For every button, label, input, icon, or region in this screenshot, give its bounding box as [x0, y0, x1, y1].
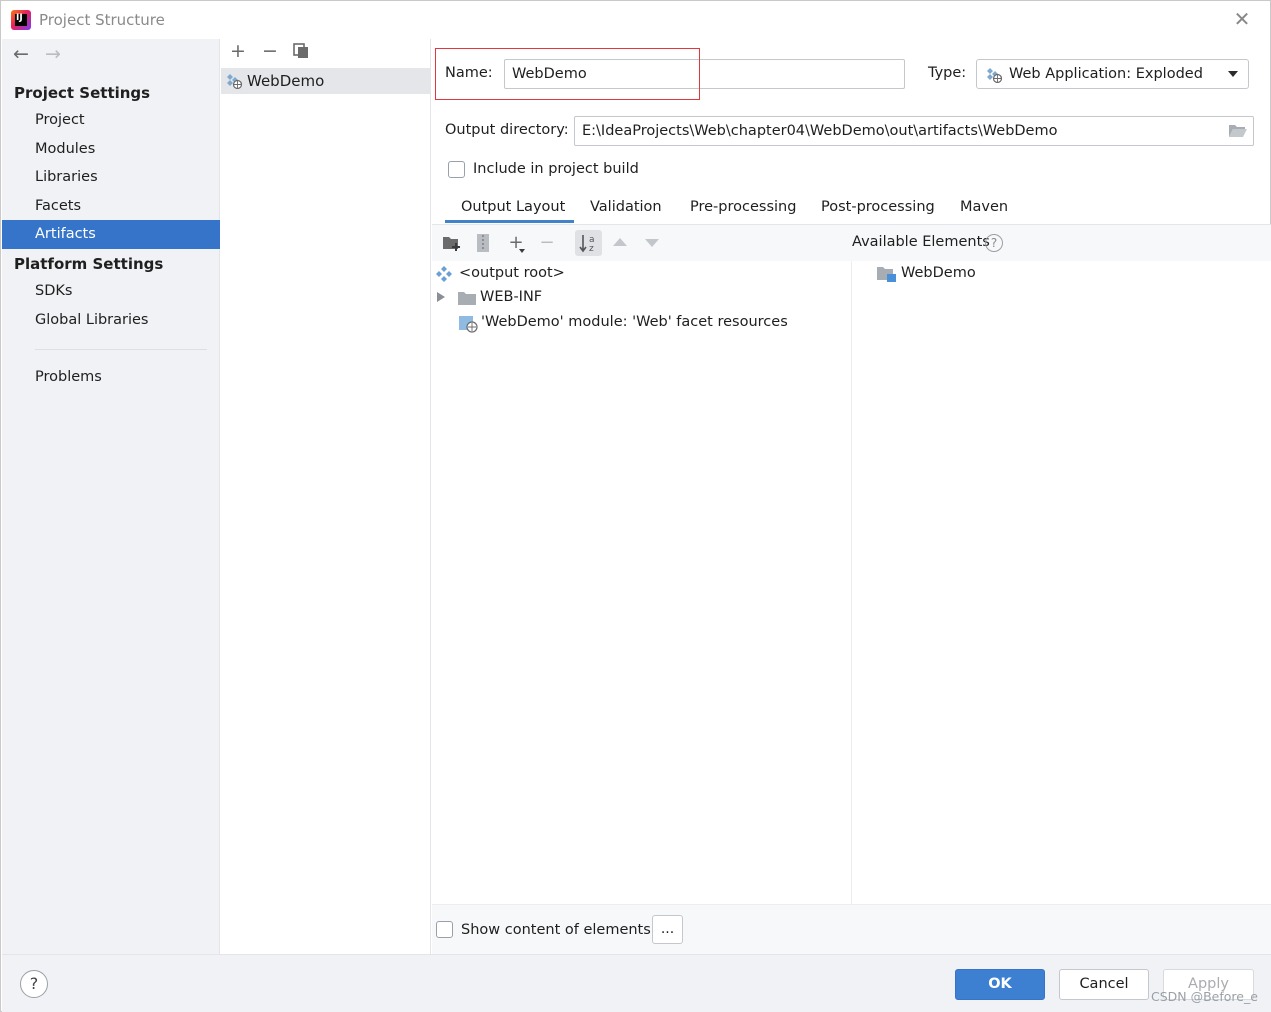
dropdown-arrow-icon — [519, 249, 525, 253]
sidebar-item-facets[interactable]: Facets — [2, 192, 220, 221]
remove-element-icon: − — [539, 232, 555, 253]
artifact-list-item-label: WebDemo — [247, 72, 325, 90]
sidebar-item-modules[interactable]: Modules — [2, 135, 220, 164]
sidebar-item-artifacts[interactable]: Artifacts — [2, 220, 220, 249]
add-icon[interactable]: + — [227, 40, 249, 62]
back-arrow-icon[interactable]: ← — [11, 43, 31, 65]
intellij-logo-icon: IJ — [11, 10, 31, 30]
svg-text:z: z — [589, 244, 594, 254]
module-folder-icon — [877, 266, 897, 287]
include-in-build-label: Include in project build — [473, 161, 639, 177]
tab-maven[interactable]: Maven — [960, 199, 1008, 215]
sidebar-item-sdks[interactable]: SDKs — [2, 277, 220, 306]
type-label: Type: — [928, 65, 967, 81]
tab-validation[interactable]: Validation — [590, 199, 662, 215]
help-icon[interactable]: ? — [985, 234, 1003, 252]
platform-settings-heading: Platform Settings — [14, 255, 164, 273]
show-content-options-button[interactable]: ... — [652, 915, 683, 944]
active-tab-indicator — [445, 220, 574, 223]
output-directory-input[interactable] — [574, 116, 1254, 146]
new-directory-icon[interactable] — [442, 234, 462, 256]
sort-alphabetically-button[interactable]: az — [575, 230, 602, 256]
close-icon[interactable]: ✕ — [1230, 7, 1254, 31]
include-in-build-checkbox[interactable] — [448, 161, 465, 178]
ok-button[interactable]: OK — [955, 969, 1045, 1000]
move-down-icon — [645, 239, 659, 247]
window-title: Project Structure — [39, 11, 165, 29]
project-structure-dialog: IJ Project Structure ✕ ← → Project Setti… — [0, 0, 1271, 1012]
web-artifact-icon — [226, 73, 243, 93]
archive-icon[interactable] — [475, 233, 491, 257]
web-artifact-icon — [986, 67, 1003, 87]
show-content-checkbox[interactable] — [436, 921, 453, 938]
copy-icon[interactable] — [292, 42, 310, 64]
chevron-down-icon — [1228, 71, 1238, 77]
sidebar-divider — [35, 349, 207, 350]
tab-output-layout[interactable]: Output Layout — [461, 199, 565, 215]
artifacts-list-panel — [221, 39, 431, 954]
project-settings-heading: Project Settings — [14, 84, 151, 102]
sidebar-item-global-libraries[interactable]: Global Libraries — [2, 306, 220, 335]
browse-folder-icon[interactable] — [1228, 123, 1248, 139]
show-content-label: Show content of elements — [461, 922, 651, 938]
artifact-type-value: Web Application: Exploded — [1009, 66, 1203, 82]
output-root-icon — [436, 266, 452, 286]
sidebar-item-problems[interactable]: Problems — [2, 363, 220, 392]
layout-splitter[interactable] — [851, 261, 852, 904]
forward-arrow-icon: → — [45, 43, 61, 65]
web-facet-icon — [458, 315, 478, 337]
sidebar-item-libraries[interactable]: Libraries — [2, 163, 220, 192]
sidebar-item-project[interactable]: Project — [2, 106, 220, 135]
output-directory-label: Output directory: — [445, 122, 569, 138]
tree-item-output-root[interactable]: <output root> — [459, 265, 565, 281]
watermark: CSDN @Before_e — [1151, 989, 1258, 1004]
remove-icon[interactable]: − — [259, 40, 281, 62]
folder-icon — [458, 291, 476, 309]
tab-post-processing[interactable]: Post-processing — [821, 199, 935, 215]
tree-item-web-inf[interactable]: WEB-INF — [480, 289, 542, 305]
tab-pre-processing[interactable]: Pre-processing — [690, 199, 796, 215]
help-button[interactable]: ? — [20, 970, 48, 998]
title-bar — [1, 1, 1270, 39]
tree-item-facet-resources[interactable]: 'WebDemo' module: 'Web' facet resources — [481, 314, 788, 330]
available-item-webdemo[interactable]: WebDemo — [901, 265, 976, 281]
expand-arrow-icon[interactable] — [437, 292, 445, 302]
annotation-highlight-box — [435, 48, 700, 100]
available-elements-label: Available Elements — [852, 234, 990, 250]
artifact-type-select[interactable]: Web Application: Exploded — [976, 59, 1249, 89]
move-up-icon — [613, 238, 627, 246]
cancel-button[interactable]: Cancel — [1059, 969, 1149, 1000]
